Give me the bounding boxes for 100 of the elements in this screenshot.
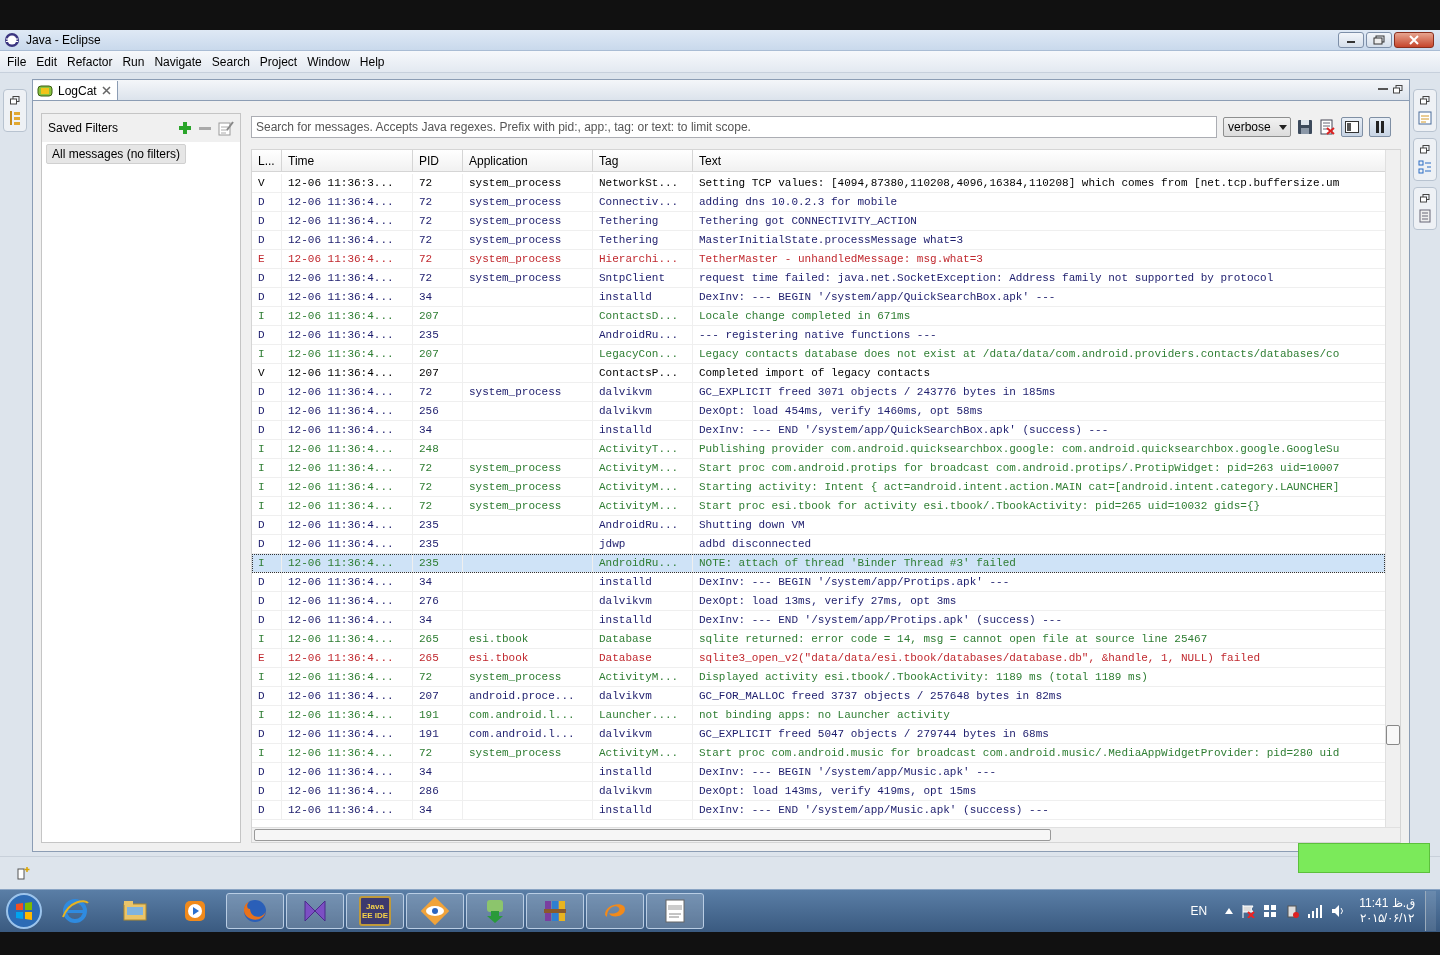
taskbar-button[interactable]: [226, 893, 284, 929]
clock-date[interactable]: ۲۰۱۵/۰۶/۱۲: [1359, 911, 1415, 926]
table-cell: D: [252, 687, 282, 705]
table-cell: ActivityM...: [593, 668, 693, 686]
table-cell: 12-06 11:36:4...: [282, 212, 413, 230]
table-cell: 191: [413, 725, 463, 743]
table-cell: D: [252, 725, 282, 743]
table-cell: 12-06 11:36:4...: [282, 250, 413, 268]
table-cell: 12-06 11:36:4...: [282, 744, 413, 762]
menu-item[interactable]: Search: [206, 52, 255, 71]
taskbar-button[interactable]: Java EE IDE: [346, 893, 404, 929]
add-filter-button[interactable]: [178, 121, 192, 135]
table-cell: 12-06 11:36:4...: [282, 630, 413, 648]
restore-button[interactable]: [1420, 96, 1430, 105]
minimize-button[interactable]: [1338, 32, 1364, 48]
up-arrow-icon[interactable]: [1225, 908, 1234, 914]
windows-flag-icon[interactable]: [1263, 904, 1278, 918]
table-cell: system_process: [463, 744, 593, 762]
table-cell: I: [252, 706, 282, 724]
table-cell: D: [252, 231, 282, 249]
menu-item[interactable]: Project: [254, 52, 303, 71]
table-cell: dalvikvm: [593, 402, 693, 420]
close-button[interactable]: [1394, 32, 1434, 48]
ide-logo[interactable]: Java EE IDE: [359, 896, 391, 926]
table-cell: ActivityT...: [593, 440, 693, 458]
signal-bars-icon[interactable]: [1307, 904, 1324, 918]
filter-item[interactable]: All messages (no filters): [46, 144, 187, 164]
column-header[interactable]: Application: [463, 150, 593, 171]
restore-button[interactable]: [1420, 194, 1430, 203]
device-icon[interactable]: [1285, 904, 1300, 918]
table-cell: system_process: [463, 193, 593, 211]
language-indicator[interactable]: EN: [1190, 904, 1208, 918]
taskbar-button[interactable]: [466, 893, 524, 929]
table-cell: 12-06 11:36:4...: [282, 478, 413, 496]
restore-button[interactable]: [1420, 145, 1430, 154]
table-cell: 12-06 11:36:4...: [282, 269, 413, 287]
table-cell: AndroidRu...: [593, 554, 693, 572]
table-cell: installd: [593, 611, 693, 629]
menu-item[interactable]: Refactor: [62, 52, 118, 71]
fast-view-button[interactable]: [16, 866, 30, 880]
pause-button[interactable]: [1369, 117, 1391, 137]
table-cell-text: Start proc esi.tbook for activity esi.tbook/.TbookActivity: pid=265 uid=10032 gids={}: [698, 499, 1262, 514]
menu-item[interactable]: File: [2, 52, 32, 71]
log-level-dropdown[interactable]: verbose: [1223, 117, 1291, 137]
table-cell: 34: [413, 763, 463, 781]
table-cell-text: DexOpt: load 454ms, verify 1460ms, opt 58ms: [698, 404, 984, 419]
taskbar-button[interactable]: [406, 893, 464, 929]
table-cell: 12-06 11:36:4...: [282, 801, 413, 819]
maximize-button[interactable]: [1366, 32, 1392, 48]
taskbar-button[interactable]: [286, 893, 344, 929]
table-cell: system_process: [463, 459, 593, 477]
outline-button[interactable]: [1418, 160, 1432, 174]
vertical-scrollbar[interactable]: [1385, 150, 1400, 827]
table-cell: 12-06 11:36:4...: [282, 687, 413, 705]
document-view-button[interactable]: [1419, 209, 1431, 223]
menu-item[interactable]: Navigate: [149, 52, 207, 71]
menu-item[interactable]: Window: [302, 52, 355, 71]
column-header[interactable]: Time: [282, 150, 413, 171]
table-cell: Connectiv...: [593, 193, 693, 211]
search-field[interactable]: Search for messages. Accepts Java regexes. Prefix with pid:, app:, tag: or text: to limit scope.: [251, 116, 1217, 138]
taskbar-button[interactable]: [586, 893, 644, 929]
table-cell: com.android.l...: [463, 725, 593, 743]
table-cell: 72: [413, 478, 463, 496]
browser-icon[interactable]: [61, 897, 89, 925]
column-header[interactable]: Tag: [593, 150, 693, 171]
menu-item[interactable]: Help: [354, 52, 390, 71]
flag-icon[interactable]: [1241, 904, 1256, 918]
edit-filter-button[interactable]: [218, 120, 234, 136]
table-cell: 72: [413, 231, 463, 249]
start-button-icon[interactable]: [4, 891, 44, 931]
table-cell: 235: [413, 516, 463, 534]
taskbar-button[interactable]: [646, 893, 704, 929]
close-icon[interactable]: [101, 86, 111, 95]
table-cell-text: Tethering got CONNECTIVITY_ACTION: [698, 214, 918, 229]
table-cell: 256: [413, 402, 463, 420]
table-cell: D: [252, 801, 282, 819]
table-cell: 207: [413, 687, 463, 705]
column-header[interactable]: Text: [693, 150, 1385, 171]
table-cell: 12-06 11:36:4...: [282, 592, 413, 610]
column-header[interactable]: PID: [413, 150, 463, 171]
table-cell: V: [252, 364, 282, 382]
table-cell: system_process: [463, 478, 593, 496]
menu-item[interactable]: Run: [117, 52, 150, 71]
clear-log-button[interactable]: [1319, 119, 1335, 135]
clock-time[interactable]: 11:41 ق.ظ: [1359, 896, 1415, 911]
speaker-icon[interactable]: [1331, 904, 1346, 918]
logcat-tab[interactable]: LogCat: [33, 81, 118, 100]
hierarchy-view-button[interactable]: [9, 111, 21, 125]
split-view-button[interactable]: [1341, 117, 1363, 137]
show-desktop-button[interactable]: [1425, 891, 1436, 931]
hierarchy-view-icon: [9, 111, 21, 125]
column-header[interactable]: L...: [252, 150, 282, 171]
save-button[interactable]: [1297, 119, 1313, 135]
maximize-view-button[interactable]: [1393, 85, 1403, 94]
table-cell: 12-06 11:36:4...: [282, 535, 413, 553]
taskbar-button[interactable]: [526, 893, 584, 929]
restore-button[interactable]: [10, 96, 20, 105]
selected-row[interactable]: I 12-06 11:36:4... 235 AndroidRu... NOTE: attach of thread 'Binder Thread #3' failed: [252, 554, 1385, 573]
menu-item[interactable]: Edit: [31, 52, 63, 71]
horizontal-scrollbar[interactable]: [252, 827, 1400, 842]
